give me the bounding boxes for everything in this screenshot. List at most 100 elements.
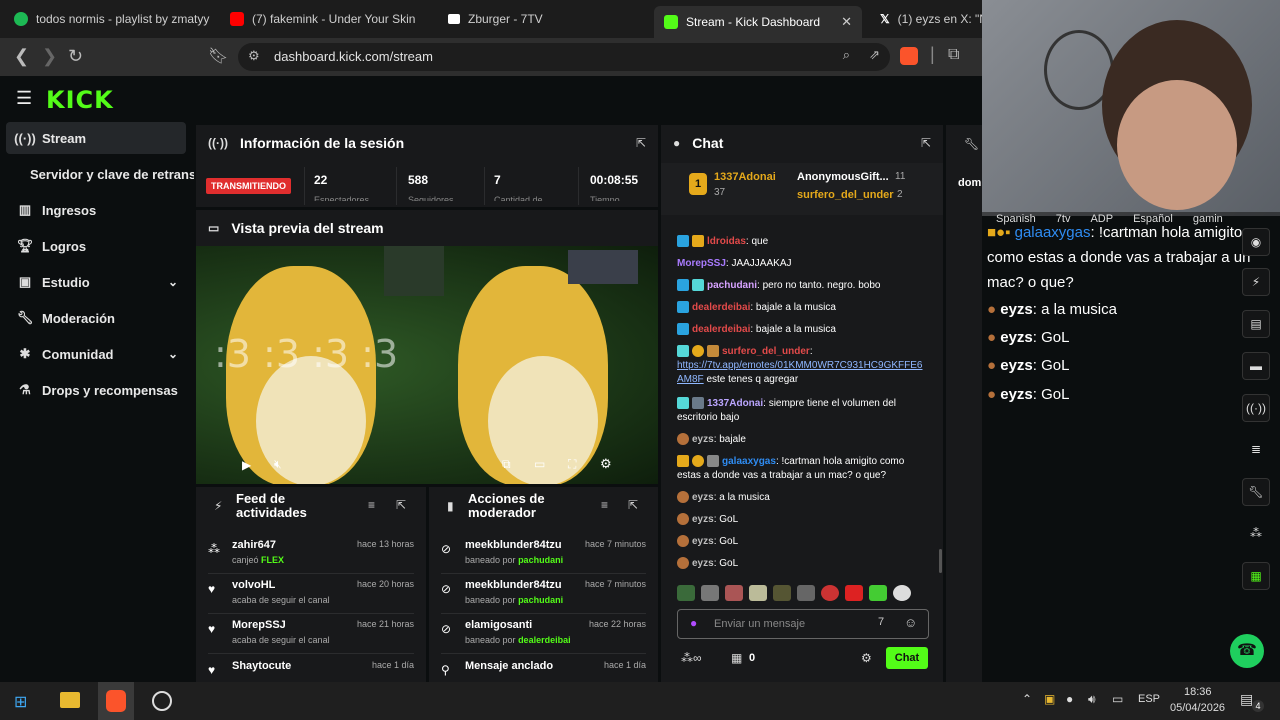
moderator-name[interactable]: pachudani <box>518 595 563 605</box>
settings-gear-icon[interactable]: ⚙ <box>600 456 612 472</box>
emote-icon[interactable] <box>677 585 695 601</box>
emote-icon[interactable] <box>701 585 719 601</box>
network-icon[interactable]: ▭ <box>1112 692 1123 706</box>
chat-input[interactable]: ● Enviar un mensaje 7 ☺ <box>677 609 929 639</box>
brave-icon[interactable] <box>106 690 126 712</box>
chat-username[interactable]: eyzs <box>692 492 714 503</box>
microphone-icon[interactable]: ● <box>1066 692 1073 706</box>
community-icon[interactable]: ⁂∞ <box>681 651 702 665</box>
url-field[interactable]: ⚙︎ dashboard.kick.com/stream ⌕ ⇗ <box>238 43 890 71</box>
share-icon[interactable]: ⇗ <box>869 47 880 63</box>
mic-icon[interactable]: ● <box>690 616 697 630</box>
fullscreen-icon[interactable]: ⛶ <box>568 457 576 472</box>
mod-action-user[interactable]: Mensaje anclado <box>465 660 553 672</box>
send-chat-button[interactable]: Chat <box>886 647 928 669</box>
sidebar-item-ingresos[interactable]: ▥ Ingresos <box>6 194 186 226</box>
close-tab-icon[interactable]: ✕ <box>841 14 852 30</box>
extensions-icon[interactable]: ⧉ <box>948 46 959 64</box>
chevron-down-icon[interactable]: ⌄ <box>168 347 178 361</box>
tab-7tv[interactable]: Zburger - 7TV <box>438 6 648 32</box>
emote-icon[interactable] <box>725 585 743 601</box>
lightning-icon[interactable]: ⚡︎ <box>1242 268 1270 296</box>
camera-icon[interactable]: ◉ <box>1242 228 1270 256</box>
sidebar-item-logros[interactable]: 🏆︎ Logros <box>6 230 186 262</box>
pip-icon[interactable]: ⧉ <box>502 457 511 472</box>
file-explorer-icon[interactable] <box>60 692 80 708</box>
wrench-icon[interactable]: 🔧︎ <box>1242 478 1270 506</box>
tab-youtube[interactable]: (7) fakemink - Under Your Skin <box>220 6 430 32</box>
tab-kick-dashboard[interactable]: Stream - Kick Dashboard ✕ <box>654 6 862 38</box>
stream-preview[interactable]: :3 :3 :3 :3 ▶ 🔇︎ ⧉ ▭ ⛶ ⚙ <box>196 246 658 484</box>
chat-username[interactable]: eyzs <box>692 514 714 525</box>
site-info-icon[interactable]: ⚙︎ <box>248 48 260 64</box>
emote-icon[interactable] <box>869 585 887 601</box>
activity-user[interactable]: volvoHL <box>232 579 275 591</box>
windows-start-icon[interactable]: ⊞ <box>14 692 27 712</box>
chat-username[interactable]: dealerdeibai <box>692 302 750 313</box>
activity-user[interactable]: zahir647 <box>232 539 276 551</box>
popout-icon[interactable]: ⇱ <box>921 136 931 150</box>
back-icon[interactable]: ❮ <box>14 46 29 67</box>
support-icon[interactable]: ☎︎ <box>1230 634 1264 668</box>
7tv-emote-icon[interactable]: 7 <box>878 616 884 628</box>
theater-icon[interactable]: ▭ <box>534 457 545 471</box>
chat-username[interactable]: eyzs <box>692 434 714 445</box>
chat-username[interactable]: pachudani <box>707 280 757 291</box>
sidebar-item-comunidad[interactable]: ✱ Comunidad ⌄ <box>6 338 186 370</box>
gifter-name[interactable]: surfero_del_under <box>797 189 894 201</box>
chat-username[interactable]: MorepSSJ <box>677 258 726 269</box>
chat-bubble-icon[interactable]: ▬ <box>1242 352 1270 380</box>
emote-icon[interactable] <box>749 585 767 601</box>
chat-username[interactable]: galaaxygas <box>722 456 776 467</box>
sidebar-item-server-key[interactable]: Servidor y clave de retransmisión <box>6 158 194 190</box>
document-icon[interactable]: ▤ <box>1242 310 1270 338</box>
treasure-icon[interactable]: ▦ <box>731 651 742 665</box>
chevron-down-icon[interactable]: ⌄ <box>168 275 178 289</box>
kick-logo[interactable]: KICK <box>46 86 114 114</box>
mod-action-user[interactable]: elamigosanti <box>465 619 532 631</box>
clapper-icon[interactable]: ▦ <box>1242 562 1270 590</box>
chat-username[interactable]: surfero_del_under <box>722 346 810 357</box>
menu-icon[interactable]: ☰ <box>16 88 32 109</box>
chat-username[interactable]: ldroidas <box>707 236 746 247</box>
gifter-name[interactable]: AnonymousGift... <box>797 171 889 183</box>
popout-icon[interactable]: ⇱ <box>396 498 406 512</box>
reload-icon[interactable]: ↻ <box>68 46 83 67</box>
obs-icon[interactable] <box>152 691 172 711</box>
clock-date[interactable]: 05/04/2026 <box>1170 702 1225 714</box>
sidebar-item-estudio[interactable]: ▣ Estudio ⌄ <box>6 266 186 298</box>
settings-gear-icon[interactable]: ⚙ <box>861 651 872 665</box>
volume-icon[interactable]: 🔊︎ <box>1088 692 1096 707</box>
brave-shield-icon[interactable] <box>900 47 918 65</box>
activity-user[interactable]: MorepSSJ <box>232 619 286 631</box>
moderator-name[interactable]: pachudani <box>518 555 563 565</box>
zoom-icon[interactable]: ⌕ <box>843 47 850 63</box>
activity-user[interactable]: Shaytocute <box>232 660 291 672</box>
tab-spotify[interactable]: todos normis - playlist by zmatyy <box>4 6 216 32</box>
layers-icon[interactable]: ≣ <box>1242 436 1270 464</box>
filter-icon[interactable]: ≡ <box>368 498 375 512</box>
chat-username[interactable]: dealerdeibai <box>692 324 750 335</box>
popout-icon[interactable]: ⇱ <box>628 498 638 512</box>
mod-action-user[interactable]: meekblunder84tzu <box>465 539 562 551</box>
clock-time[interactable]: 18:36 <box>1184 686 1212 698</box>
chat-scrollbar[interactable] <box>939 549 942 573</box>
language-indicator[interactable]: ESP <box>1138 693 1160 705</box>
chat-username[interactable]: 1337Adonai <box>707 398 763 409</box>
chat-username[interactable]: eyzs <box>692 558 714 569</box>
sidebar-item-stream[interactable]: ((·)) Stream <box>6 122 186 154</box>
tab-x[interactable]: 𝕏 (1) eyzs en X: "N <box>870 6 982 32</box>
emote-icon[interactable] <box>845 585 863 601</box>
mute-icon[interactable]: 🔇︎ <box>274 457 282 472</box>
emote-icon[interactable] <box>893 585 911 601</box>
emote-icon[interactable] <box>797 585 815 601</box>
moderator-name[interactable]: dealerdeibai <box>518 635 571 645</box>
chevron-up-icon[interactable]: ⌃ <box>1022 692 1032 706</box>
community-icon[interactable]: ⁂ <box>1242 520 1270 548</box>
sidebar-item-moderacion[interactable]: 🔧︎ Moderación <box>6 302 186 334</box>
emote-icon[interactable] <box>821 585 839 601</box>
emote-icon[interactable] <box>773 585 791 601</box>
tray-app-icon[interactable]: ▣ <box>1044 692 1055 706</box>
broadcast-icon[interactable]: ((·)) <box>1242 394 1270 422</box>
mod-action-user[interactable]: meekblunder84tzu <box>465 579 562 591</box>
